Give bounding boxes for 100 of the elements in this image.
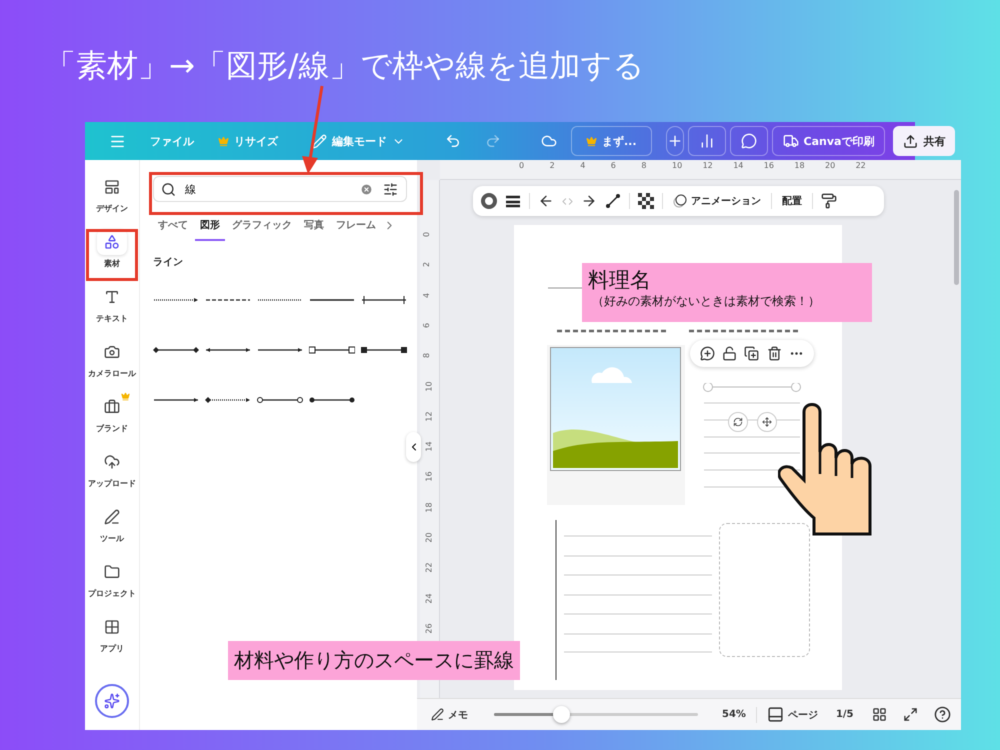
line-style-option[interactable] — [361, 295, 407, 305]
rotate-button[interactable] — [728, 412, 748, 432]
line-style-option[interactable] — [153, 295, 199, 305]
ruler-number: 14 — [733, 161, 744, 170]
apps-icon — [104, 619, 120, 635]
crown-icon — [586, 136, 597, 146]
ruler-number: 2 — [550, 161, 555, 170]
comment-add-button[interactable] — [700, 346, 715, 361]
fullscreen-button[interactable] — [902, 707, 918, 722]
sidebar-item[interactable]: ツール — [84, 504, 140, 559]
help-button[interactable] — [934, 706, 951, 723]
comment-button[interactable] — [730, 126, 768, 156]
ruler-number: 4 — [422, 292, 432, 298]
pen-icon — [104, 509, 120, 525]
speech-bubble-icon — [740, 133, 757, 149]
arrange-button[interactable]: 配置 — [780, 194, 804, 208]
line-style-option[interactable] — [361, 345, 407, 355]
line-type-button[interactable] — [605, 193, 621, 209]
camera-icon — [104, 344, 120, 360]
line-weight-button[interactable] — [505, 194, 521, 208]
cloud-icon — [541, 133, 557, 149]
sidebar-item[interactable]: アプリ — [84, 614, 140, 669]
truck-icon — [782, 133, 799, 149]
ruler-number: 10 — [672, 161, 682, 170]
pages-button[interactable]: ページ — [766, 706, 818, 723]
zoom-slider[interactable] — [494, 706, 698, 723]
move-icon — [762, 417, 772, 427]
notes-button[interactable]: メモ — [431, 708, 468, 722]
line-style-option[interactable] — [257, 395, 303, 405]
insights-button[interactable] — [688, 126, 726, 156]
ruler-number: 18 — [794, 161, 805, 170]
category-tab[interactable]: グラフィック — [227, 216, 297, 241]
duplicate-button[interactable] — [744, 346, 760, 361]
redo-icon — [485, 133, 501, 149]
line-style-option[interactable] — [205, 345, 251, 355]
ruler-number: 10 — [424, 380, 434, 392]
sidebar-item[interactable]: カメラロール — [84, 339, 140, 394]
filter-icon[interactable] — [383, 182, 398, 197]
ruler-number: 20 — [825, 161, 836, 170]
callout-note: 料理名 （好みの素材がないときは素材で検索！） — [582, 263, 872, 322]
collapse-button[interactable] — [406, 432, 421, 462]
pen-icon — [431, 708, 444, 721]
share-button[interactable]: 共有 — [893, 126, 956, 156]
line-style-option[interactable] — [257, 345, 303, 355]
brand-kit-icon — [104, 399, 120, 415]
heading: 「素材」→「図形/線」で枠や線を追加する — [45, 47, 646, 85]
upgrade-button[interactable]: まず... — [571, 126, 652, 156]
category-tab[interactable]: すべて — [153, 216, 193, 241]
ruler-number: 16 — [764, 161, 774, 170]
category-tab[interactable]: 写真 — [299, 216, 329, 241]
grid-view-button[interactable] — [872, 707, 887, 722]
sidebar-item[interactable]: ブランド — [84, 394, 140, 449]
sidebar-item[interactable]: 素材 — [84, 229, 140, 284]
ruler-number: 8 — [641, 161, 646, 170]
animation-icon — [673, 194, 687, 208]
callout-note: 材料や作り方のスペースに罫線 — [228, 641, 520, 680]
line-style-option[interactable] — [309, 395, 355, 405]
transparency-button[interactable] — [638, 193, 654, 209]
sidebar-item[interactable]: テキスト — [84, 284, 140, 339]
ruler-number: 6 — [422, 322, 432, 328]
add-button[interactable] — [666, 126, 684, 156]
page-panel-icon — [766, 706, 784, 723]
category-tab[interactable]: フレーム — [331, 216, 381, 241]
start-arrow-button[interactable] — [538, 193, 554, 209]
shapes-icon — [104, 234, 120, 250]
border-style-button[interactable] — [481, 193, 497, 209]
ruler-number: 12 — [424, 411, 434, 422]
search-field[interactable]: 線 — [153, 176, 407, 202]
end-arrow-button[interactable] — [581, 193, 597, 209]
category-tab[interactable]: 図形 — [195, 216, 225, 241]
rotate-icon — [733, 417, 743, 427]
line-style-option[interactable] — [153, 345, 199, 355]
folder-icon — [104, 564, 120, 580]
ruler-number: 12 — [702, 161, 713, 170]
sidebar-item[interactable]: アップロード — [84, 449, 140, 504]
ruler-number: 18 — [424, 502, 434, 512]
ruler-number: 0 — [519, 161, 524, 170]
ruler-number: 14 — [424, 442, 434, 452]
line-style-option[interactable] — [153, 395, 199, 405]
sparkles-icon — [104, 693, 120, 709]
sidebar-item[interactable]: デザイン — [84, 174, 140, 229]
delete-button[interactable] — [766, 346, 782, 361]
magic-button[interactable] — [95, 684, 129, 718]
print-button[interactable]: Canvaで印刷 — [772, 126, 886, 156]
lock-button[interactable] — [722, 346, 738, 361]
animation-button[interactable]: アニメーション — [671, 194, 763, 208]
paint-roller-button[interactable] — [821, 193, 837, 209]
line-style-option[interactable] — [205, 395, 251, 405]
ruler-number: 8 — [422, 353, 432, 358]
sidebar-item[interactable]: プロジェクト — [84, 559, 140, 614]
section-title: ライン — [153, 256, 184, 269]
ruler-number: 16 — [424, 472, 434, 482]
line-style-option[interactable] — [309, 345, 355, 355]
ruler-number: 2 — [422, 262, 432, 268]
ruler-number: 0 — [422, 232, 432, 238]
plus-icon — [666, 133, 683, 149]
slider-thumb[interactable] — [553, 706, 570, 723]
undo-icon — [445, 133, 461, 149]
cloud-upload-icon — [104, 454, 120, 470]
move-button[interactable] — [757, 412, 777, 432]
